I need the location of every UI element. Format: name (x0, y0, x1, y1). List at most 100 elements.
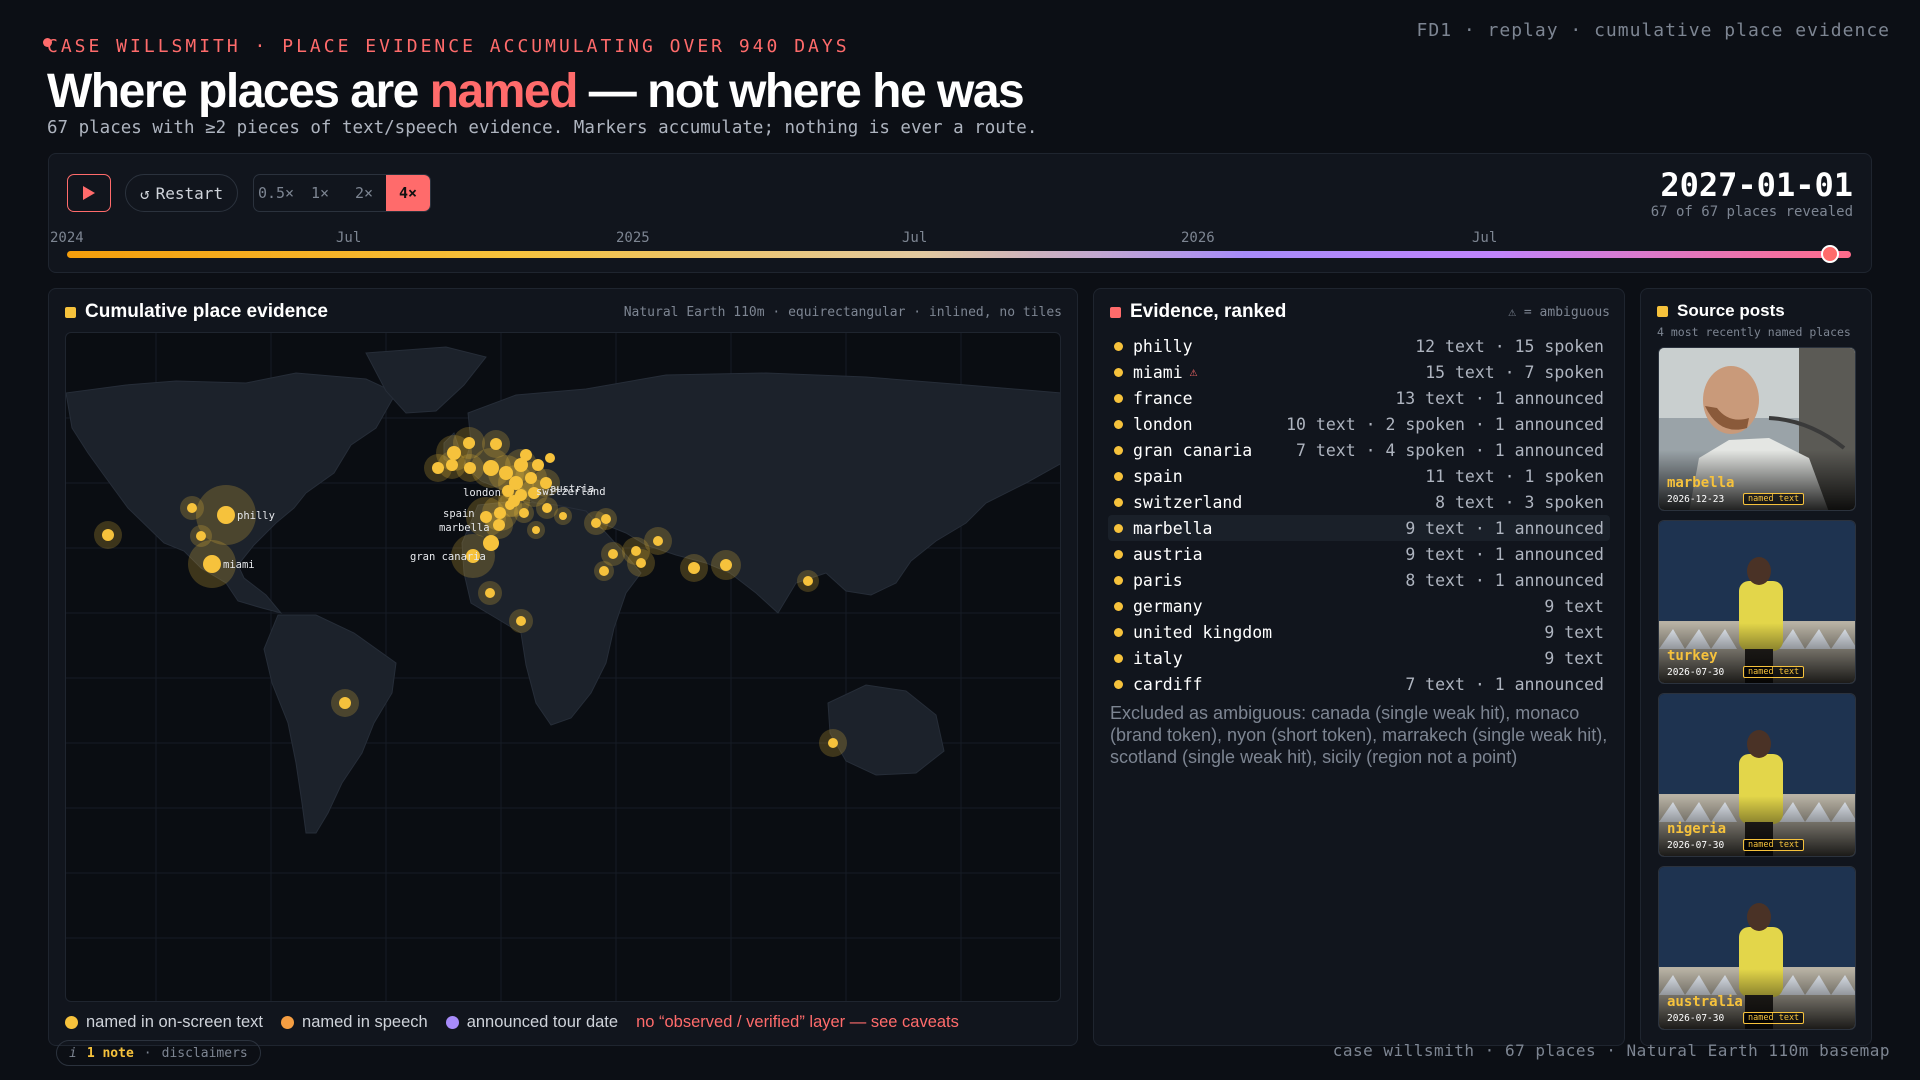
map-label-miami: miami (223, 559, 255, 571)
evidence-row[interactable]: austria 9 text · 1 announced (1108, 541, 1610, 567)
place-name: france (1133, 388, 1193, 408)
view-breadcrumb: FD1 · replay · cumulative place evidence (1416, 20, 1890, 41)
evidence-dot (1114, 601, 1123, 611)
marker[interactable] (505, 500, 515, 510)
marker[interactable] (532, 459, 544, 471)
evidence-heading: Evidence, ranked (1110, 301, 1286, 323)
legend-swatch-speech (281, 1016, 295, 1029)
map-label-gran-canaria: gran canaria (410, 551, 486, 563)
marker[interactable] (339, 697, 351, 709)
marker[interactable] (601, 514, 611, 524)
evidence-row[interactable]: gran canaria 7 text · 4 spoken · 1 announ… (1108, 437, 1610, 463)
marker-australia[interactable] (828, 738, 838, 748)
evidence-dot (1114, 523, 1123, 533)
marker-nigeria[interactable] (516, 616, 526, 626)
marker[interactable] (636, 558, 646, 568)
post-badge: named text (1743, 666, 1805, 678)
marker[interactable] (102, 529, 114, 541)
marker[interactable] (196, 531, 206, 541)
marker[interactable] (559, 512, 567, 520)
marker-united-kingdom[interactable] (447, 446, 461, 460)
place-name: philly (1133, 336, 1193, 356)
evidence-counts: 9 text (1544, 622, 1604, 642)
source-post-card[interactable]: australia 2026-07-30 named text (1658, 866, 1856, 1030)
evidence-counts: 8 text · 3 spoken (1435, 492, 1604, 512)
map-label-spain: spain (443, 508, 475, 520)
post-date: 2026-12-23 (1667, 494, 1725, 505)
source-post-card[interactable]: turkey 2026-07-30 named text (1658, 520, 1856, 684)
marker-philly[interactable] (217, 506, 235, 524)
restart-label: Restart (155, 183, 224, 203)
disclaimers-link[interactable]: disclaimers (162, 1046, 248, 1061)
evidence-list: philly 12 text · 15 spoken miami ⚠ 15 text … (1108, 333, 1610, 697)
place-name: gran canaria (1133, 440, 1253, 460)
source-post-card[interactable]: marbella 2026-12-23 named text (1658, 347, 1856, 511)
title-highlight: named (429, 65, 579, 118)
basemap-note: Natural Earth 110m · equirectangular · i… (623, 305, 1062, 320)
marker-miami[interactable] (203, 555, 221, 573)
evidence-row[interactable]: cardiff 7 text · 1 announced (1108, 671, 1610, 697)
evidence-row[interactable]: germany 9 text (1108, 593, 1610, 619)
marker[interactable] (485, 588, 495, 598)
evidence-row[interactable]: switzerland 8 text · 3 spoken (1108, 489, 1610, 515)
play-button[interactable] (67, 174, 111, 212)
source-posts-panel: Source posts 4 most recently named place… (1640, 288, 1872, 1046)
evidence-dot (1114, 341, 1123, 351)
title-suffix: — not where he was (576, 65, 1025, 118)
marker[interactable] (520, 449, 532, 461)
evidence-heading-marker (1110, 306, 1121, 318)
evidence-row[interactable]: united kingdom 9 text (1108, 619, 1610, 645)
marker[interactable] (653, 536, 663, 546)
post-place: nigeria (1667, 821, 1727, 837)
speed-option[interactable]: 2× (342, 175, 386, 211)
place-name: austria (1133, 544, 1203, 564)
revealed-count: 67 of 67 places revealed (1650, 204, 1853, 220)
marker[interactable] (483, 535, 499, 551)
marker[interactable] (688, 562, 700, 574)
marker[interactable] (187, 503, 197, 513)
evidence-dot (1114, 393, 1123, 403)
marker[interactable] (532, 526, 540, 534)
evidence-row[interactable]: spain 11 text · 1 spoken (1108, 463, 1610, 489)
marker[interactable] (599, 566, 609, 576)
place-name: miami (1133, 362, 1183, 382)
marker[interactable] (720, 559, 732, 571)
info-icon: i (69, 1045, 77, 1061)
evidence-row-selected[interactable]: marbella 9 text · 1 announced (1108, 515, 1610, 541)
evidence-row[interactable]: paris 8 text · 1 announced (1108, 567, 1610, 593)
marker-germany[interactable] (490, 438, 502, 450)
evidence-dot (1114, 445, 1123, 455)
speed-option-active[interactable]: 4× (386, 175, 430, 211)
marker[interactable] (545, 453, 555, 463)
evidence-row[interactable]: philly 12 text · 15 spoken (1108, 333, 1610, 359)
post-badge: named text (1743, 1012, 1805, 1024)
evidence-dot (1114, 367, 1123, 377)
sources-heading-marker (1657, 305, 1668, 317)
caveats-warning-link[interactable]: no “observed / verified” layer — see cav… (636, 1013, 959, 1032)
notes-disclaimers-toggle[interactable]: i 1 note · disclaimers (56, 1040, 261, 1066)
timeline-scrubber-handle[interactable] (1821, 245, 1839, 263)
current-date: 2027-01-01 (1660, 166, 1853, 204)
restart-button[interactable]: ↺ Restart (125, 174, 239, 212)
evidence-row[interactable]: france 13 text · 1 announced (1108, 385, 1610, 411)
timeline-track[interactable] (67, 251, 1851, 258)
post-date: 2026-07-30 (1667, 667, 1725, 678)
marker[interactable] (803, 576, 813, 586)
speed-option[interactable]: 1× (298, 175, 342, 211)
evidence-counts: 7 text · 1 announced (1405, 674, 1604, 694)
evidence-row[interactable]: london 10 text · 2 spoken · 1 announced (1108, 411, 1610, 437)
timeline-tick: Jul (902, 230, 928, 246)
evidence-row[interactable]: italy 9 text (1108, 645, 1610, 671)
marker[interactable] (519, 508, 529, 518)
speed-option[interactable]: 0.5× (254, 175, 298, 211)
evidence-dot (1114, 575, 1123, 585)
marker-marbella[interactable] (493, 519, 505, 531)
marker[interactable] (542, 503, 552, 513)
source-post-card[interactable]: nigeria 2026-07-30 named text (1658, 693, 1856, 857)
world-map[interactable]: philly miami spain marbella gran canaria… (65, 332, 1061, 1002)
marker-turkey[interactable] (608, 549, 618, 559)
evidence-row[interactable]: miami ⚠ 15 text · 7 spoken (1108, 359, 1610, 385)
place-name: marbella (1133, 518, 1213, 538)
map-panel: Cumulative place evidence Natural Earth … (48, 288, 1078, 1046)
legend-label: announced tour date (466, 1013, 619, 1031)
